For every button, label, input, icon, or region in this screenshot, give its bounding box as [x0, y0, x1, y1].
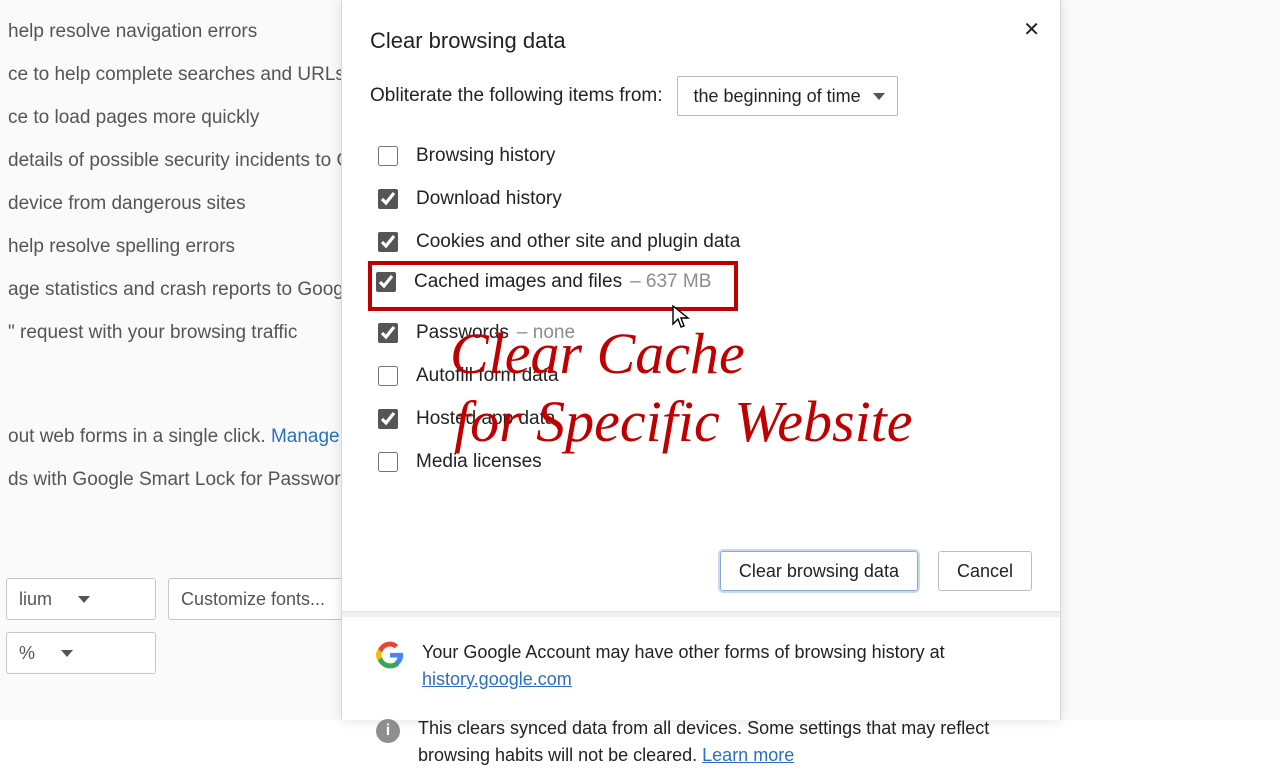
data-type-options: Browsing history Download history Cookie… — [342, 134, 1060, 483]
browsing-history-option[interactable]: Browsing history — [378, 134, 1032, 177]
hosted-app-checkbox[interactable] — [378, 409, 398, 429]
highlight-box: Cached images and files – 637 MB — [368, 261, 738, 311]
info-icon: i — [376, 719, 400, 743]
download-history-checkbox[interactable] — [378, 189, 398, 209]
google-logo-icon — [376, 641, 404, 669]
history-google-link[interactable]: history.google.com — [422, 669, 572, 689]
customize-fonts-button[interactable]: Customize fonts... — [168, 578, 343, 620]
clear-browsing-data-button[interactable]: Clear browsing data — [720, 551, 918, 591]
passwords-checkbox[interactable] — [378, 323, 398, 343]
passwords-option[interactable]: Passwords – none — [378, 311, 1032, 354]
media-licenses-option[interactable]: Media licenses — [378, 440, 1032, 483]
chevron-down-icon — [78, 596, 90, 603]
dialog-title: Clear browsing data — [342, 0, 1060, 76]
chevron-down-icon — [873, 93, 885, 100]
hosted-app-option[interactable]: Hosted app data — [378, 397, 1032, 440]
cached-images-checkbox[interactable] — [376, 272, 396, 292]
obliterate-label: Obliterate the following items from: — [370, 85, 663, 107]
chevron-down-icon — [61, 650, 73, 657]
font-size-select[interactable]: lium — [6, 578, 156, 620]
learn-more-link[interactable]: Learn more — [702, 745, 794, 765]
time-range-select[interactable]: the beginning of time — [677, 76, 898, 116]
clear-browsing-data-dialog: ✕ Clear browsing data Obliterate the fol… — [341, 0, 1061, 720]
autofill-checkbox[interactable] — [378, 366, 398, 386]
cached-images-option[interactable]: Cached images and files – 637 MB — [376, 271, 726, 293]
google-account-note: Your Google Account may have other forms… — [342, 617, 1060, 693]
cookies-checkbox[interactable] — [378, 232, 398, 252]
cancel-button[interactable]: Cancel — [938, 551, 1032, 591]
media-licenses-checkbox[interactable] — [378, 452, 398, 472]
sync-note: i This clears synced data from all devic… — [342, 693, 1060, 769]
browsing-history-checkbox[interactable] — [378, 146, 398, 166]
close-icon[interactable]: ✕ — [1023, 17, 1040, 42]
zoom-select[interactable]: % — [6, 632, 156, 674]
cookies-option[interactable]: Cookies and other site and plugin data — [378, 220, 1032, 263]
autofill-option[interactable]: Autofill form data — [378, 354, 1032, 397]
download-history-option[interactable]: Download history — [378, 177, 1032, 220]
